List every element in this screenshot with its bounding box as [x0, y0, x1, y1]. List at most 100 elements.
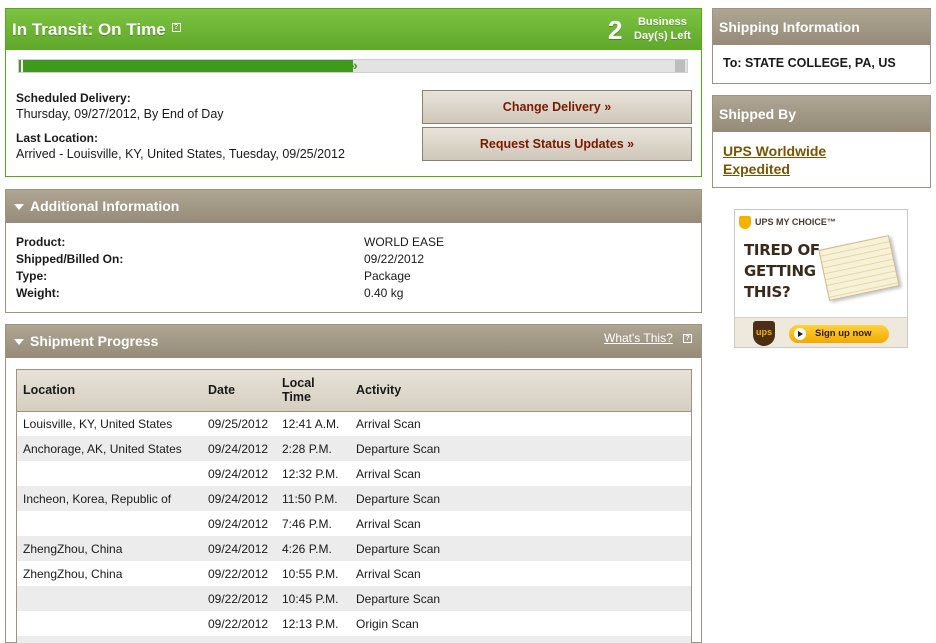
progress-start-marker: [21, 60, 23, 72]
cell-activity: Arrival Scan: [356, 516, 421, 531]
table-row: 09/24/2012 12:32 P.M. Arrival Scan: [17, 461, 691, 486]
shipment-progress-section: Shipment Progress What's This? ? Locatio…: [5, 324, 702, 643]
shipment-progress-table: Location Date Local Time Activity Louisv…: [17, 370, 691, 643]
cell-date: 09/22/2012: [208, 616, 269, 631]
cell-location: ZhengZhou, China: [23, 566, 123, 581]
column-header-location: Location: [17, 370, 202, 412]
cell-local-time: 11:50 P.M.: [282, 491, 338, 506]
cell-date: 09/22/2012: [208, 591, 269, 606]
ups-my-choice-ad[interactable]: UPS MY CHOICE™ TIRED OF GETTING THIS? up…: [734, 209, 908, 348]
additional-information-header[interactable]: Additional Information: [6, 190, 701, 223]
type-value: Package: [364, 269, 411, 283]
table-row: 09/24/2012 7:46 P.M. Arrival Scan: [17, 511, 691, 536]
shipped-by-box: Shipped By UPS Worldwide Expedited: [712, 95, 931, 188]
status-header: In Transit: On Time? 2 Business Day(s) L…: [6, 9, 701, 50]
status-title: In Transit: On Time?: [12, 20, 181, 40]
days-left-count: 2: [608, 15, 623, 45]
ups-logo: ups: [753, 321, 775, 346]
last-location-value: Arrived - Louisville, KY, United States,…: [16, 147, 345, 161]
column-header-local-time-text: Local Time: [282, 376, 315, 405]
collapse-triangle-icon[interactable]: [14, 339, 24, 345]
cell-date: 09/24/2012: [208, 516, 269, 531]
cell-local-time: [276, 636, 350, 643]
table-row: Incheon, Korea, Republic of 09/24/2012 11:…: [17, 486, 691, 511]
table-row: Anchorage, AK, United States 09/24/2012 2:…: [17, 436, 691, 461]
help-icon[interactable]: ?: [171, 23, 181, 32]
delivery-notice-paper-image: [818, 235, 900, 301]
shipment-progress-header[interactable]: Shipment Progress What's This? ?: [6, 325, 701, 358]
cell-local-time: 4:26 P.M.: [282, 541, 332, 556]
sign-up-now-button[interactable]: Sign up now: [789, 325, 889, 343]
days-left-label-line2: Day(s) Left: [634, 30, 691, 42]
cell-local-time: 12:13 P.M.: [282, 616, 339, 631]
ups-service-link[interactable]: UPS Worldwide Expedited: [723, 142, 826, 178]
change-delivery-button[interactable]: Change Delivery »: [422, 90, 692, 124]
table-row: 09/22/2012 12:13 P.M. Origin Scan: [17, 611, 691, 636]
ad-brand: UPS MY CHOICE™: [739, 216, 836, 230]
progress-end-marker: [675, 60, 685, 72]
cell-location: [17, 511, 202, 536]
ups-service-line2[interactable]: Expedited: [723, 160, 826, 178]
cell-local-time: 10:45 P.M.: [282, 591, 339, 606]
product-value: WORLD EASE: [364, 235, 445, 249]
shipped-billed-label: Shipped/Billed On:: [16, 252, 124, 266]
cell-activity: [350, 636, 691, 643]
shipping-information-box: Shipping Information To: STATE COLLEGE, …: [712, 8, 931, 84]
cell-local-time: 12:32 P.M.: [282, 466, 339, 481]
ad-brand-text: UPS MY CHOICE™: [755, 216, 836, 227]
help-icon[interactable]: ?: [683, 334, 692, 343]
cell-location: Incheon, Korea, Republic of: [23, 491, 172, 506]
shipment-progress-title: Shipment Progress: [30, 333, 159, 349]
progress-arrow-icon: »: [350, 57, 358, 73]
days-left-label: Business Day(s) Left: [634, 15, 691, 43]
shipping-information-header: Shipping Information: [713, 9, 930, 45]
cell-activity: Arrival Scan: [356, 416, 421, 431]
cell-local-time: 10:55 P.M.: [282, 566, 339, 581]
status-panel: In Transit: On Time? 2 Business Day(s) L…: [5, 8, 702, 177]
table-header-row: Location Date Local Time Activity: [17, 370, 691, 412]
collapse-triangle-icon[interactable]: [14, 204, 24, 210]
cell-location: Anchorage, AK, United States: [23, 441, 182, 456]
weight-label: Weight:: [16, 286, 60, 300]
ups-my-choice-shield-icon: [739, 216, 751, 229]
progress-fill: [19, 60, 353, 72]
cell-local-time: 12:41 A.M.: [282, 416, 340, 431]
sign-up-now-label: Sign up now: [815, 328, 872, 339]
cell-date: 09/24/2012: [208, 466, 269, 481]
cell-local-time: 7:46 P.M.: [282, 516, 332, 531]
cell-activity: Departure Scan: [356, 441, 441, 456]
ship-to-destination: To: STATE COLLEGE, PA, US: [723, 56, 896, 70]
additional-information-section: Additional Information Product: WORLD EA…: [5, 189, 702, 313]
weight-value: 0.40 kg: [364, 286, 404, 300]
table-row: Louisville, KY, United States 09/25/2012 1…: [17, 411, 691, 436]
request-status-updates-button[interactable]: Request Status Updates »: [422, 127, 692, 161]
cell-location: [17, 461, 202, 486]
cell-date: 09/22/2012: [208, 566, 269, 581]
shipped-by-header: Shipped By: [713, 96, 930, 132]
cell-date: 09/24/2012: [208, 491, 269, 506]
table-row: ZhengZhou, China 09/22/2012 10:55 P.M. Arri…: [17, 561, 691, 586]
cell-location: [17, 636, 202, 643]
status-title-text: In Transit: On Time: [12, 20, 166, 39]
cell-activity: Departure Scan: [356, 541, 441, 556]
column-header-activity: Activity: [350, 370, 691, 412]
cell-activity: Departure Scan: [356, 491, 441, 506]
table-row: ZhengZhou, China 09/24/2012 4:26 P.M. Depar…: [17, 536, 691, 561]
cell-activity: Arrival Scan: [356, 466, 421, 481]
table-row: 09/22/2012 10:45 P.M. Departure Scan: [17, 586, 691, 611]
last-location-label: Last Location:: [16, 131, 99, 145]
cell-location: [17, 611, 202, 636]
ups-service-line1[interactable]: UPS Worldwide: [723, 142, 826, 160]
play-arrow-icon: [794, 328, 806, 340]
additional-information-title: Additional Information: [30, 198, 180, 214]
ad-headline-line2: GETTING: [744, 262, 816, 280]
type-label: Type:: [16, 269, 48, 283]
cell-date: 09/24/2012: [208, 441, 269, 456]
column-header-local-time: Local Time: [276, 370, 350, 412]
cell-location: ZhengZhou, China: [23, 541, 123, 556]
whats-this-link[interactable]: What's This?: [604, 331, 673, 345]
ad-headline: TIRED OF GETTING THIS?: [744, 240, 820, 303]
days-left-label-line1: Business: [637, 16, 687, 28]
cell-activity: Arrival Scan: [356, 566, 421, 581]
delivery-progress-bar: »: [18, 57, 688, 73]
